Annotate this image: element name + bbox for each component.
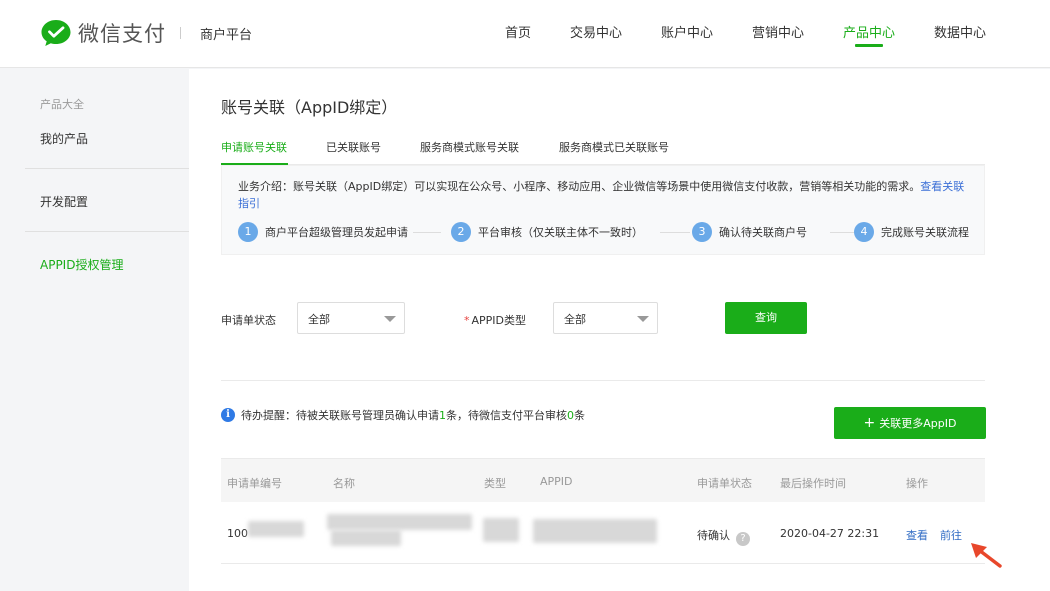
nav-home[interactable]: 首页 <box>505 22 531 41</box>
nav-product-center[interactable]: 产品中心 <box>843 22 895 41</box>
column-header-appid: APPID <box>540 475 573 488</box>
notice-text: 待办提醒：待被关联账号管理员确认申请1条，待微信支付平台审核0条 <box>241 407 585 423</box>
appid-type-label-text: APPID类型 <box>471 314 527 327</box>
intro-box: 业务介绍：账号关联（AppID绑定）可以实现在公众号、小程序、移动应用、企业微信… <box>221 165 985 255</box>
intro-text: 业务介绍：账号关联（AppID绑定）可以实现在公众号、小程序、移动应用、企业微信… <box>238 178 972 212</box>
redacted-appid <box>533 519 657 543</box>
pending-confirm-count: 1 <box>439 409 446 422</box>
sidebar: 产品大全 我的产品 开发配置 APPID授权管理 <box>0 69 189 591</box>
annotation-arrow-icon <box>971 543 1002 568</box>
column-header-type: 类型 <box>484 477 506 490</box>
column-header-id: 申请单编号 <box>227 477 282 490</box>
column-header-actions: 操作 <box>906 477 928 490</box>
appid-type-filter-label: * APPID类型 <box>464 312 526 328</box>
header-divider <box>180 27 181 39</box>
redacted-name <box>331 530 401 546</box>
help-icon[interactable]: ? <box>736 532 750 546</box>
step-label: 完成账号关联流程 <box>881 226 969 239</box>
query-button[interactable]: 查询 <box>725 302 807 334</box>
step-number: 1 <box>238 222 258 242</box>
required-asterisk: * <box>464 314 470 327</box>
tab-sp-link[interactable]: 服务商模式账号关联 <box>420 139 519 155</box>
appid-type-select-value: 全部 <box>564 313 586 326</box>
column-header-status: 申请单状态 <box>697 477 752 490</box>
step-label: 商户平台超级管理员发起申请 <box>265 226 408 239</box>
table-row: 100 待确认? 2020-04-27 22:31 查看 前往 <box>221 502 985 564</box>
nav-trade-center[interactable]: 交易中心 <box>570 22 622 41</box>
step-number: 3 <box>692 222 712 242</box>
chevron-down-icon <box>637 316 649 322</box>
nav-marketing-center[interactable]: 营销中心 <box>752 22 804 41</box>
status-text: 待确认 <box>697 529 730 542</box>
wechat-pay-logo[interactable]: 微信支付 <box>40 18 166 48</box>
sidebar-divider <box>25 168 189 169</box>
cell-status: 待确认? <box>697 527 750 546</box>
cell-id: 100 <box>227 527 248 540</box>
sidebar-item-dev-config[interactable]: 开发配置 <box>40 193 88 210</box>
top-header: 微信支付 商户平台 首页 交易中心 账户中心 营销中心 产品中心 数据中心 <box>0 0 1050 68</box>
step-connector <box>413 232 441 233</box>
step-3: 3 确认待关联商户号 <box>692 222 807 242</box>
view-link[interactable]: 查看 <box>906 527 928 543</box>
step-number: 4 <box>854 222 874 242</box>
appid-type-select[interactable]: 全部 <box>553 302 658 334</box>
notice-middle: 条，待微信支付平台审核 <box>446 409 567 422</box>
table-header: 申请单编号 名称 类型 APPID 申请单状态 最后操作时间 操作 <box>221 458 985 502</box>
step-2: 2 平台审核（仅关联主体不一致时） <box>451 222 643 242</box>
sidebar-divider <box>25 231 189 232</box>
step-number: 2 <box>451 222 471 242</box>
nav-account-center[interactable]: 账户中心 <box>661 22 713 41</box>
platform-name: 商户平台 <box>200 28 253 43</box>
nav-data-center[interactable]: 数据中心 <box>934 22 986 41</box>
section-divider <box>221 380 985 381</box>
intro-description: 业务介绍：账号关联（AppID绑定）可以实现在公众号、小程序、移动应用、企业微信… <box>238 180 921 193</box>
column-header-name: 名称 <box>333 477 355 490</box>
go-link[interactable]: 前往 <box>940 527 962 543</box>
column-header-last-op-time: 最后操作时间 <box>780 477 846 490</box>
cell-last-op-time: 2020-04-27 22:31 <box>780 527 880 540</box>
main-content: 账号关联（AppID绑定） 申请账号关联 已关联账号 服务商模式账号关联 服务商… <box>189 69 1050 591</box>
step-connector <box>830 232 855 233</box>
sidebar-category: 产品大全 <box>40 98 84 111</box>
tab-apply-link[interactable]: 申请账号关联 <box>221 139 287 155</box>
chevron-down-icon <box>384 316 396 322</box>
status-select[interactable]: 全部 <box>297 302 405 334</box>
step-1: 1 商户平台超级管理员发起申请 <box>238 222 408 242</box>
info-icon: i <box>221 408 235 422</box>
tab-sp-linked[interactable]: 服务商模式已关联账号 <box>559 139 669 155</box>
todo-notice: i 待办提醒：待被关联账号管理员确认申请1条，待微信支付平台审核0条 <box>221 407 585 423</box>
status-select-value: 全部 <box>308 313 330 326</box>
pending-review-count: 0 <box>567 409 574 422</box>
sidebar-item-my-products[interactable]: 我的产品 <box>40 130 88 147</box>
redacted-type <box>483 518 519 542</box>
add-appid-label: 关联更多AppID <box>879 417 957 430</box>
active-nav-underline <box>855 44 883 47</box>
step-label: 确认待关联商户号 <box>719 226 807 239</box>
step-label: 平台审核（仅关联主体不一致时） <box>478 226 643 239</box>
brand-name: 微信支付 <box>78 22 166 46</box>
process-steps: 1 商户平台超级管理员发起申请 2 平台审核（仅关联主体不一致时） 3 确认待关… <box>238 222 972 244</box>
plus-icon: + <box>863 415 876 431</box>
add-appid-button[interactable]: + 关联更多AppID <box>834 407 986 439</box>
notice-suffix: 条 <box>574 409 585 422</box>
notice-prefix: 待办提醒：待被关联账号管理员确认申请 <box>241 409 439 422</box>
page-title: 账号关联（AppID绑定） <box>221 98 398 117</box>
redacted-name <box>327 514 472 530</box>
sidebar-item-appid-auth[interactable]: APPID授权管理 <box>40 256 123 273</box>
step-connector <box>660 232 690 233</box>
tab-linked-accounts[interactable]: 已关联账号 <box>326 139 381 155</box>
status-filter-label: 申请单状态 <box>221 314 276 327</box>
redacted-id <box>248 521 304 537</box>
wechat-pay-logo-icon <box>41 20 71 46</box>
step-4: 4 完成账号关联流程 <box>854 222 969 242</box>
